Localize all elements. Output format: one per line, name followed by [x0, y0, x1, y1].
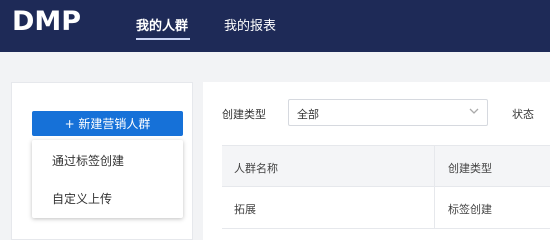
create-method-menu: 通过标签创建 自定义上传 [32, 140, 183, 218]
create-type-select[interactable]: 全部 [288, 99, 488, 126]
create-type-select-value: 全部 [297, 108, 319, 121]
audience-table: 人群名称 创建类型 拓展 标签创建 [222, 145, 550, 240]
dmp-logo[interactable]: DMP [12, 6, 81, 37]
menu-item-create-by-tags[interactable]: 通过标签创建 [52, 152, 124, 169]
top-navigation-bar: DMP 我的人群 我的报表 [0, 0, 550, 52]
column-header-audience-name[interactable]: 人群名称 [234, 160, 278, 176]
active-tab-indicator [136, 38, 190, 40]
column-header-create-type[interactable]: 创建类型 [448, 160, 492, 176]
column-divider [434, 146, 435, 229]
create-type-label: 创建类型 [222, 108, 266, 121]
table-row[interactable]: 拓展 标签创建 [222, 187, 550, 229]
chevron-down-icon [469, 108, 479, 114]
create-type-cell: 标签创建 [448, 203, 492, 216]
menu-item-custom-upload[interactable]: 自定义上传 [52, 190, 112, 207]
nav-tab-my-audiences[interactable]: 我的人群 [136, 15, 188, 34]
status-filter-label: 状态 [512, 108, 534, 121]
table-header-row: 人群名称 创建类型 [222, 146, 550, 187]
nav-tab-my-reports[interactable]: 我的报表 [224, 15, 276, 34]
new-audience-button[interactable]: + 新建营销人群 [32, 111, 183, 136]
audience-name-cell[interactable]: 拓展 [234, 201, 256, 217]
